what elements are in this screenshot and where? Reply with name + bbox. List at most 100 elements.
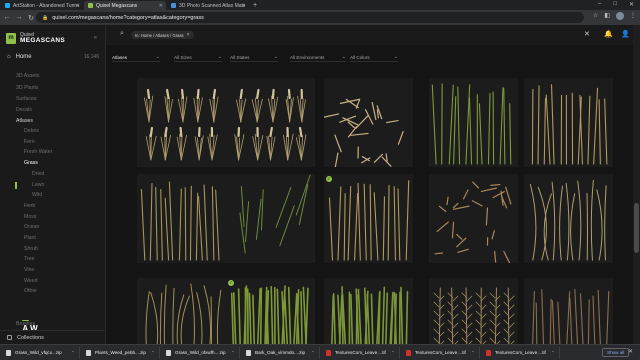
download-item[interactable]: TexturesCom_Leave....tif ⌃: [483, 346, 560, 359]
address-bar[interactable]: 🔒 quixel.com/megascans/home?category=atl…: [36, 12, 584, 23]
collapse-sidebar-icon[interactable]: «: [94, 35, 97, 41]
extensions-icon[interactable]: ◧: [604, 12, 610, 20]
asset-tile[interactable]: [137, 78, 226, 167]
download-item[interactable]: Plants_Weed_pebb....zip ⌃: [83, 346, 160, 359]
chevron-up-icon[interactable]: ⌃: [231, 350, 235, 356]
remove-chip-icon[interactable]: ×: [187, 32, 190, 38]
back-arrow-icon[interactable]: ←: [2, 14, 12, 21]
download-item[interactable]: TexturesCom_Leave....tif ⌃: [403, 346, 480, 359]
asset-tile[interactable]: [324, 78, 413, 167]
sidebar-item-home[interactable]: ⌂ Home 16,146: [0, 51, 105, 63]
close-tab-icon[interactable]: ✕: [159, 3, 163, 9]
forward-arrow-icon[interactable]: →: [14, 14, 24, 21]
asset-tile[interactable]: [429, 78, 518, 167]
filter-dropdown[interactable]: All Environments ⌄: [290, 53, 346, 62]
browser-tab[interactable]: 3D Photo Scanned Atlas Materi...✕: [167, 1, 249, 10]
chevron-up-icon[interactable]: ⌃: [311, 350, 315, 356]
page-scrollbar[interactable]: [633, 25, 640, 344]
scrollbar-thumb[interactable]: [634, 203, 639, 253]
sidebar-item-atlases[interactable]: Atlases: [16, 118, 33, 124]
sidebar-item-grass[interactable]: Grass: [24, 160, 38, 166]
sidebar-item-surfaces[interactable]: Surfaces: [16, 96, 36, 102]
close-tab-icon[interactable]: ✕: [242, 3, 246, 9]
clear-search-icon[interactable]: ✕: [584, 30, 590, 38]
search-icon[interactable]: ⌕: [120, 30, 124, 38]
asset-tile[interactable]: [226, 78, 315, 167]
menu-kebab-icon[interactable]: ⋮: [630, 12, 636, 20]
asset-tile[interactable]: [429, 174, 518, 263]
download-item[interactable]: Bark_Oak_vimmdo....zip ⌃: [243, 346, 320, 359]
chevron-down-icon: ⌄: [341, 54, 346, 60]
browser-toolbar: ← → ↻ 🔒 quixel.com/megascans/home?catego…: [0, 10, 640, 25]
filter-dropdown[interactable]: All States ⌄: [230, 53, 278, 62]
sidebar-item-dried[interactable]: Dried: [32, 171, 44, 177]
chevron-up-icon[interactable]: ⌃: [151, 350, 155, 356]
sidebar-item-tree[interactable]: Tree: [24, 256, 34, 262]
asset-tile[interactable]: [226, 174, 315, 263]
browser-tab[interactable]: ArtStation - Abandoned Tunnel ✕: [1, 1, 83, 10]
sidebar-item-shrub[interactable]: Shrub: [24, 246, 38, 252]
sidebar-item-3d-assets[interactable]: 3D Assets: [16, 73, 39, 79]
maximize-icon[interactable]: □: [613, 1, 617, 8]
asset-tile[interactable]: [137, 174, 226, 263]
sidebar-item-debris[interactable]: Debris: [24, 128, 39, 134]
tab-favicon-icon: [88, 3, 93, 8]
filter-row: Atlases ⌄ All Sizes ⌄ All States ⌄ All Environ…: [106, 45, 633, 67]
sidebar-item-brushes[interactable]: Brushes: [16, 321, 35, 327]
sidebar-item-wild[interactable]: Wild: [32, 192, 42, 198]
download-filename: TexturesCom_Leave....tif: [335, 350, 386, 355]
filter-dropdown[interactable]: All Sizes ⌄: [174, 53, 222, 62]
chevron-up-icon[interactable]: ⌃: [551, 350, 555, 356]
sidebar-item-fresh-water[interactable]: Fresh Water: [24, 149, 52, 155]
asset-tile[interactable]: [524, 174, 613, 263]
asset-tile[interactable]: ✓: [226, 278, 315, 344]
filter-label: All States: [230, 54, 250, 60]
sidebar-item-herb[interactable]: Herb: [24, 203, 35, 209]
megascans-logo[interactable]: m Quixel MEGASCANS: [6, 32, 65, 44]
sidebar-item-plant[interactable]: Plant: [24, 235, 36, 241]
download-item[interactable]: Grass_Wild_ofxwfh....zip ⌃: [163, 346, 240, 359]
download-item[interactable]: Grass_Wild_vfqcx...zip ⌃: [3, 346, 80, 359]
sidebar-item-fern[interactable]: Fern: [24, 139, 35, 145]
sidebar-item-decals[interactable]: Decals: [16, 107, 32, 113]
asset-thumbnail: [324, 98, 404, 167]
download-item[interactable]: TexturesCom_Leave....tif ⌃: [323, 346, 400, 359]
close-window-icon[interactable]: ✕: [629, 1, 634, 8]
user-account-icon[interactable]: 👤: [621, 30, 630, 38]
asset-tile[interactable]: [524, 78, 613, 167]
sidebar-item-weed[interactable]: Weed: [24, 278, 37, 284]
download-filename: Grass_Wild_vfqcx...zip: [15, 350, 62, 355]
minimize-icon[interactable]: –: [598, 1, 601, 8]
sidebar-item-ocean[interactable]: Ocean: [24, 224, 39, 230]
sidebar-item-collections[interactable]: Collections: [0, 330, 105, 344]
close-tab-icon[interactable]: ✕: [76, 3, 80, 9]
sidebar-item-vine[interactable]: Vine: [24, 267, 34, 273]
browser-tab[interactable]: Quixel Megascans ✕: [84, 1, 166, 10]
asset-tile[interactable]: ✓: [324, 174, 413, 263]
archive-file-icon: [166, 349, 171, 356]
profile-avatar[interactable]: [616, 12, 624, 20]
new-tab-button[interactable]: +: [253, 1, 257, 10]
star-icon[interactable]: ☆: [593, 12, 598, 20]
filter-dropdown[interactable]: All Colors ⌄: [350, 53, 398, 62]
asset-tile[interactable]: [324, 278, 413, 344]
filter-label: Atlases: [112, 54, 128, 60]
sidebar-item-lawn[interactable]: Lawn: [32, 182, 44, 188]
chevron-up-icon[interactable]: ⌃: [471, 350, 475, 356]
asset-tile[interactable]: [429, 278, 518, 344]
reload-icon[interactable]: ↻: [26, 14, 36, 22]
filter-chip[interactable]: In: Home / Atlases / Grass ×: [131, 31, 194, 39]
close-downloads-icon[interactable]: ✕: [628, 348, 633, 355]
sidebar-item-other[interactable]: Other: [24, 288, 37, 294]
show-all-downloads-button[interactable]: Show all: [602, 348, 630, 357]
asset-thumbnail: [331, 285, 409, 344]
asset-tile[interactable]: [524, 278, 613, 344]
notifications-bell-icon[interactable]: 🔔: [604, 30, 613, 38]
sidebar-item-3d-plants[interactable]: 3D Plants: [16, 85, 39, 91]
filter-dropdown[interactable]: Atlases ⌄: [112, 53, 160, 62]
chevron-up-icon[interactable]: ⌃: [391, 350, 395, 356]
chevron-up-icon[interactable]: ⌃: [71, 350, 75, 356]
asset-tile[interactable]: [137, 278, 226, 344]
sidebar-item-moss[interactable]: Moss: [24, 214, 36, 220]
collections-icon: [7, 335, 12, 340]
